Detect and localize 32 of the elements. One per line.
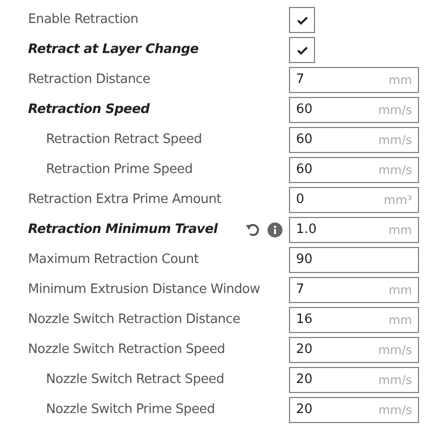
number-field[interactable]: 20 mm/s <box>289 337 419 363</box>
number-field[interactable]: 0 mm³ <box>289 187 419 213</box>
number-field[interactable]: 60 mm/s <box>289 127 419 153</box>
setting-label: Retract at Layer Change <box>28 41 198 60</box>
number-field[interactable]: 7 mm <box>289 277 419 303</box>
number-field[interactable]: 20 mm/s <box>289 397 419 423</box>
setting-label: Nozzle Switch Retraction Speed <box>28 341 225 360</box>
number-field[interactable]: 90 <box>289 247 419 273</box>
info-icon[interactable] <box>267 222 283 238</box>
setting-label: Nozzle Switch Prime Speed <box>46 401 215 420</box>
checkbox[interactable] <box>289 7 315 33</box>
setting-label: Retraction Speed <box>28 101 150 120</box>
setting-label: Minimum Extrusion Distance Window <box>28 281 260 300</box>
checkmark-icon <box>296 46 308 54</box>
number-field[interactable]: 1.0 mm <box>289 217 419 243</box>
setting-label: Retraction Minimum Travel <box>28 221 218 240</box>
number-field[interactable]: 7 mm <box>289 67 419 93</box>
setting-label: Enable Retraction <box>28 11 138 30</box>
reset-icon[interactable] <box>245 222 261 238</box>
number-field[interactable]: 60 mm/s <box>289 97 419 123</box>
setting-label: Nozzle Switch Retract Speed <box>46 371 224 390</box>
checkbox[interactable] <box>289 37 315 63</box>
setting-label: Retraction Extra Prime Amount <box>28 191 222 210</box>
setting-label: Maximum Retraction Count <box>28 251 199 270</box>
number-field[interactable]: 16 mm <box>289 307 419 333</box>
setting-label: Retraction Distance <box>28 71 150 90</box>
checkmark-icon <box>296 16 308 24</box>
number-field[interactable]: 20 mm/s <box>289 367 419 393</box>
setting-label: Retraction Prime Speed <box>46 161 193 180</box>
number-field[interactable]: 60 mm/s <box>289 157 419 183</box>
setting-label: Nozzle Switch Retraction Distance <box>28 311 240 330</box>
setting-label: Retraction Retract Speed <box>46 131 202 150</box>
